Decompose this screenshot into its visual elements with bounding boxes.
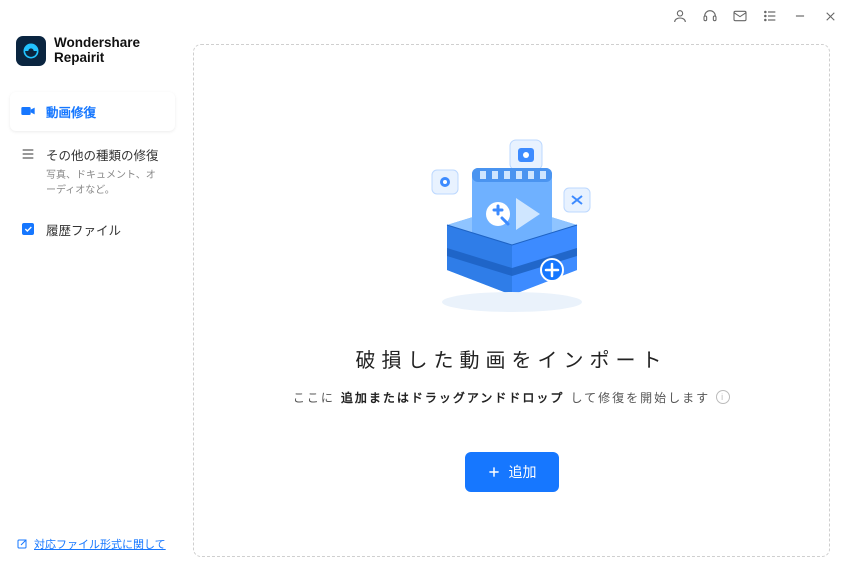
footer-link-label: 対応ファイル形式に関して	[34, 536, 166, 552]
sidebar-item-label: 履歴ファイル	[46, 220, 121, 239]
video-icon	[20, 103, 36, 119]
app-window: Wondershare Repairit 動画修復	[0, 0, 850, 577]
dropzone[interactable]: 破損した動画をインポート ここに追加またはドラッグアンドドロップして修復を開始し…	[193, 44, 830, 557]
illustration	[402, 130, 622, 320]
subline-prefix: ここに	[293, 389, 335, 406]
history-check-icon	[20, 221, 36, 237]
mail-icon[interactable]	[726, 2, 754, 30]
sidebar-item-other-repair[interactable]: その他の種類の修復 写真、ドキュメント、オーディオなど。	[10, 135, 175, 206]
main-area: 破損した動画をインポート ここに追加またはドラッグアンドドロップして修復を開始し…	[185, 32, 850, 577]
subline-suffix: して修復を開始します	[570, 389, 710, 406]
brand-name: Wondershare Repairit	[54, 36, 140, 66]
subline-bold: 追加またはドラッグアンドドロップ	[341, 389, 565, 406]
minimize-button[interactable]	[786, 2, 814, 30]
sidebar-nav: 動画修復 その他の種類の修復 写真、ドキュメント、オーディオなど。	[0, 86, 185, 255]
supported-formats-link[interactable]: 対応ファイル形式に関して	[16, 536, 166, 552]
brand-line2: Repairit	[54, 51, 140, 66]
menu-icon[interactable]	[756, 2, 784, 30]
sidebar-footer: 対応ファイル形式に関して	[0, 536, 185, 577]
account-icon[interactable]	[666, 2, 694, 30]
support-icon[interactable]	[696, 2, 724, 30]
headline: 破損した動画をインポート	[356, 344, 668, 373]
titlebar	[0, 0, 850, 32]
sidebar-item-history[interactable]: 履歴ファイル	[10, 210, 175, 249]
sidebar: Wondershare Repairit 動画修復	[0, 32, 185, 577]
brand-logo-icon	[16, 36, 46, 66]
sidebar-item-video-repair[interactable]: 動画修復	[10, 92, 175, 131]
plus-icon	[487, 465, 501, 479]
body: Wondershare Repairit 動画修復	[0, 32, 850, 577]
list-icon	[20, 146, 36, 162]
add-button[interactable]: 追加	[465, 452, 559, 492]
external-link-icon	[16, 538, 28, 550]
sidebar-item-label: その他の種類の修復	[46, 145, 165, 164]
brand-line1: Wondershare	[54, 36, 140, 51]
sidebar-item-sub: 写真、ドキュメント、オーディオなど。	[46, 166, 165, 196]
info-icon[interactable]: i	[716, 390, 730, 404]
add-button-label: 追加	[509, 462, 537, 482]
close-button[interactable]	[816, 2, 844, 30]
sidebar-item-label: 動画修復	[46, 102, 96, 121]
brand: Wondershare Repairit	[0, 32, 185, 86]
subline: ここに追加またはドラッグアンドドロップして修復を開始します i	[293, 389, 730, 406]
